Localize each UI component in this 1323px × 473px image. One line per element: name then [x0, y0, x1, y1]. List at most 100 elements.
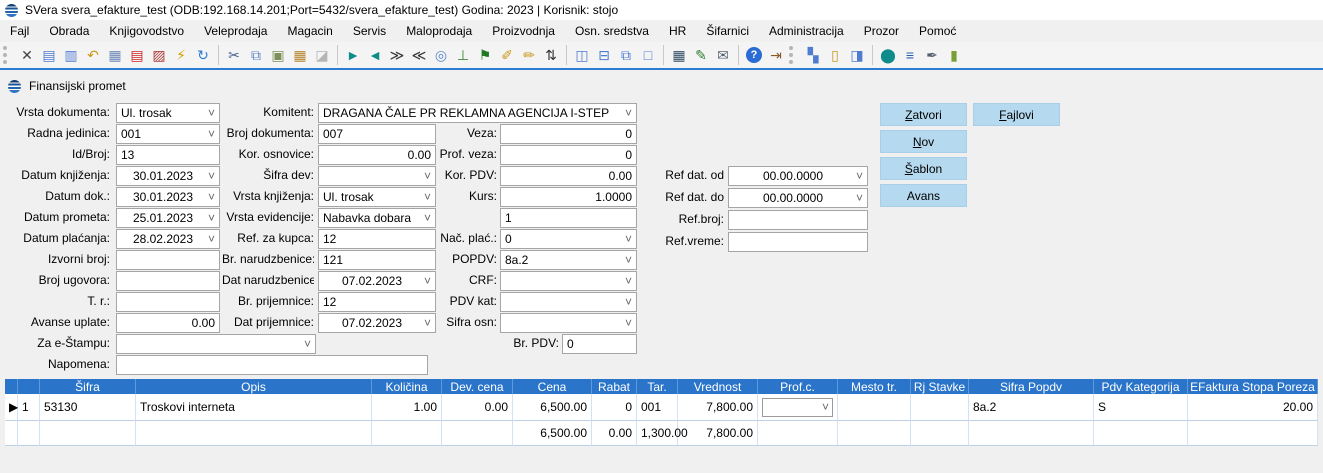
grid-header-sifra-popdv[interactable]: Sifra Popdv	[969, 379, 1094, 394]
menu-item-prozor[interactable]: Prozor	[854, 21, 909, 41]
grid-header-opis[interactable]: Opis	[136, 379, 372, 394]
list-icon[interactable]: ≡	[900, 45, 920, 65]
grid-header-rabat[interactable]: Rabat	[592, 379, 637, 394]
menu-item--ifarnici[interactable]: Šifarnici	[696, 21, 759, 41]
signature-icon[interactable]: ✒	[922, 45, 942, 65]
dat-prijemnice-date-field[interactable]: 07.02.2023˅	[318, 313, 436, 333]
chevron-down-icon[interactable]: ˅	[304, 339, 311, 349]
evidencija-broj-field[interactable]: 1	[500, 208, 637, 228]
grid-cell-opis[interactable]: Troskovi interneta	[136, 394, 372, 421]
ref-broj-field[interactable]	[728, 210, 868, 230]
menu-item-osn-sredstva[interactable]: Osn. sredstva	[565, 21, 659, 41]
menu-item-administracija[interactable]: Administracija	[759, 21, 854, 41]
menu-item-fajl[interactable]: Fajl	[0, 21, 39, 41]
logout-icon[interactable]: ◨	[847, 45, 867, 65]
fajlovi-button[interactable]: Fajlovi	[973, 103, 1060, 126]
database-icon[interactable]: ⬤	[878, 45, 898, 65]
new-window-icon[interactable]: □	[638, 45, 658, 65]
chevron-down-icon[interactable]: ˅	[625, 276, 632, 286]
brush-icon[interactable]: ✐	[497, 45, 517, 65]
double-brush-icon[interactable]: ✏	[519, 45, 539, 65]
pdv-kat-combo[interactable]: ˅	[500, 292, 637, 312]
cascade-windows-icon[interactable]: ⧉	[616, 45, 636, 65]
ref-dat-do-date-field[interactable]: 00.00.0000˅	[728, 188, 868, 208]
blocks-icon[interactable]: ▚	[803, 45, 823, 65]
grid-cell-sifra[interactable]: 53130	[40, 394, 136, 421]
grid-cell-vrednost[interactable]: 7,800.00	[678, 394, 758, 421]
grid-cell-dev-cena[interactable]: 0.00	[442, 394, 513, 421]
next-record-icon[interactable]: ►	[343, 45, 363, 65]
sablon-button[interactable]: Šablon	[880, 157, 967, 180]
lightning-icon[interactable]: ⚡	[171, 45, 191, 65]
datum-prometa-date-field[interactable]: 25.01.2023˅	[116, 208, 220, 228]
calculator-icon[interactable]: ▦	[669, 45, 689, 65]
menu-item-veleprodaja[interactable]: Veleprodaja	[194, 21, 277, 41]
grid-cell-cena[interactable]: 6,500.00	[513, 394, 592, 421]
grid-cell-efaktura-stopa[interactable]: 20.00	[1188, 394, 1318, 421]
ref-vreme-field[interactable]	[728, 232, 868, 252]
sort-az-icon[interactable]: ⇅	[541, 45, 561, 65]
refresh-icon[interactable]: ↻	[193, 45, 213, 65]
menu-item-proizvodnja[interactable]: Proizvodnja	[482, 21, 565, 41]
radna-jedinica-combo[interactable]: 001˅	[116, 124, 220, 144]
komitent-combo[interactable]: DRAGANA ČALE PR REKLAMNA AGENCIJA I-STEP…	[318, 103, 637, 123]
id-broj-field[interactable]: 13	[116, 145, 220, 165]
menu-item-maloprodaja[interactable]: Maloprodaja	[396, 21, 482, 41]
prof-c-combo[interactable]: ˅	[762, 398, 833, 417]
izvorni-broj-field[interactable]	[116, 250, 220, 270]
tree-icon[interactable]: ⊥	[453, 45, 473, 65]
grid-header-vrednost[interactable]: Vrednost	[678, 379, 758, 394]
grid-header-efaktura-stopa-poreza[interactable]: EFaktura Stopa Poreza	[1188, 379, 1318, 394]
exit-icon[interactable]: ⇥	[766, 45, 786, 65]
print-preview-icon[interactable]: ▥	[61, 45, 81, 65]
grid-cell-tar[interactable]: 001	[637, 394, 678, 421]
ref-za-kupca-field[interactable]: 12	[318, 229, 436, 249]
chevron-down-icon[interactable]: ˅	[822, 402, 829, 412]
datum-knjizenja-date-field[interactable]: 30.01.2023˅	[116, 166, 220, 186]
less-icon[interactable]: ≪	[409, 45, 429, 65]
tile-horizontal-icon[interactable]: ⊟	[594, 45, 614, 65]
br-prijemnice-field[interactable]: 12	[318, 292, 436, 312]
envelope-icon[interactable]: ✉	[713, 45, 733, 65]
menu-item-magacin[interactable]: Magacin	[277, 21, 342, 41]
avanse-uplate-field[interactable]: 0.00	[116, 313, 220, 333]
broj-ugovora-field[interactable]	[116, 271, 220, 291]
chevron-down-icon[interactable]: ˅	[208, 192, 215, 202]
avans-button[interactable]: Avans	[880, 184, 967, 207]
chevron-down-icon[interactable]: ˅	[208, 171, 215, 181]
grid-cell-mesto-tr[interactable]	[838, 394, 911, 421]
pdf-export-icon[interactable]: ▤	[127, 45, 147, 65]
grid-cell-sifra-popdv[interactable]: 8a.2	[969, 394, 1094, 421]
scroll-icon[interactable]: ▯	[825, 45, 845, 65]
kor-pdv-field[interactable]: 0.00	[500, 166, 637, 186]
crf-combo[interactable]: ˅	[500, 271, 637, 291]
cut-icon[interactable]: ✂	[224, 45, 244, 65]
chevron-down-icon[interactable]: ˅	[208, 108, 215, 118]
grid-header-pdv-kategorija[interactable]: Pdv Kategorija	[1094, 379, 1188, 394]
menu-item-knjigovodstvo[interactable]: Knjigovodstvo	[99, 21, 194, 41]
menu-item-pomo-[interactable]: Pomoć	[909, 21, 966, 41]
nac-plac-combo[interactable]: 0˅	[500, 229, 637, 249]
chevron-down-icon[interactable]: ˅	[856, 171, 863, 181]
chevron-down-icon[interactable]: ˅	[625, 297, 632, 307]
chevron-down-icon[interactable]: ˅	[625, 318, 632, 328]
paste-icon[interactable]: ▣	[268, 45, 288, 65]
br-narudzbenice-field[interactable]: 121	[318, 250, 436, 270]
row-marker-icon[interactable]: ▶	[5, 394, 18, 421]
copy-icon[interactable]: ⧉	[246, 45, 266, 65]
kor-osnovice-field[interactable]: 0.00	[318, 145, 436, 165]
grid-header-dev-cena[interactable]: Dev. cena	[442, 379, 513, 394]
flag-icon[interactable]: ⚑	[475, 45, 495, 65]
t-r-field[interactable]	[116, 292, 220, 312]
notes-icon[interactable]: ✎	[691, 45, 711, 65]
prof-veza-field[interactable]: 0	[500, 145, 637, 165]
napomena-field[interactable]	[116, 355, 428, 375]
za-e-stampu-combo[interactable]: ˅	[116, 334, 316, 354]
sifra-dev-combo[interactable]: ˅	[318, 166, 436, 186]
eraser-icon[interactable]: ◪	[312, 45, 332, 65]
print-settings-icon[interactable]: ▨	[149, 45, 169, 65]
dat-narudzbenice-date-field[interactable]: 07.02.2023˅	[318, 271, 436, 291]
grid-header-koli-ina[interactable]: Količina	[372, 379, 442, 394]
grid-header-rj-stavke[interactable]: Rj Stavke	[911, 379, 969, 394]
br-pdv-field[interactable]: 0	[562, 334, 637, 354]
